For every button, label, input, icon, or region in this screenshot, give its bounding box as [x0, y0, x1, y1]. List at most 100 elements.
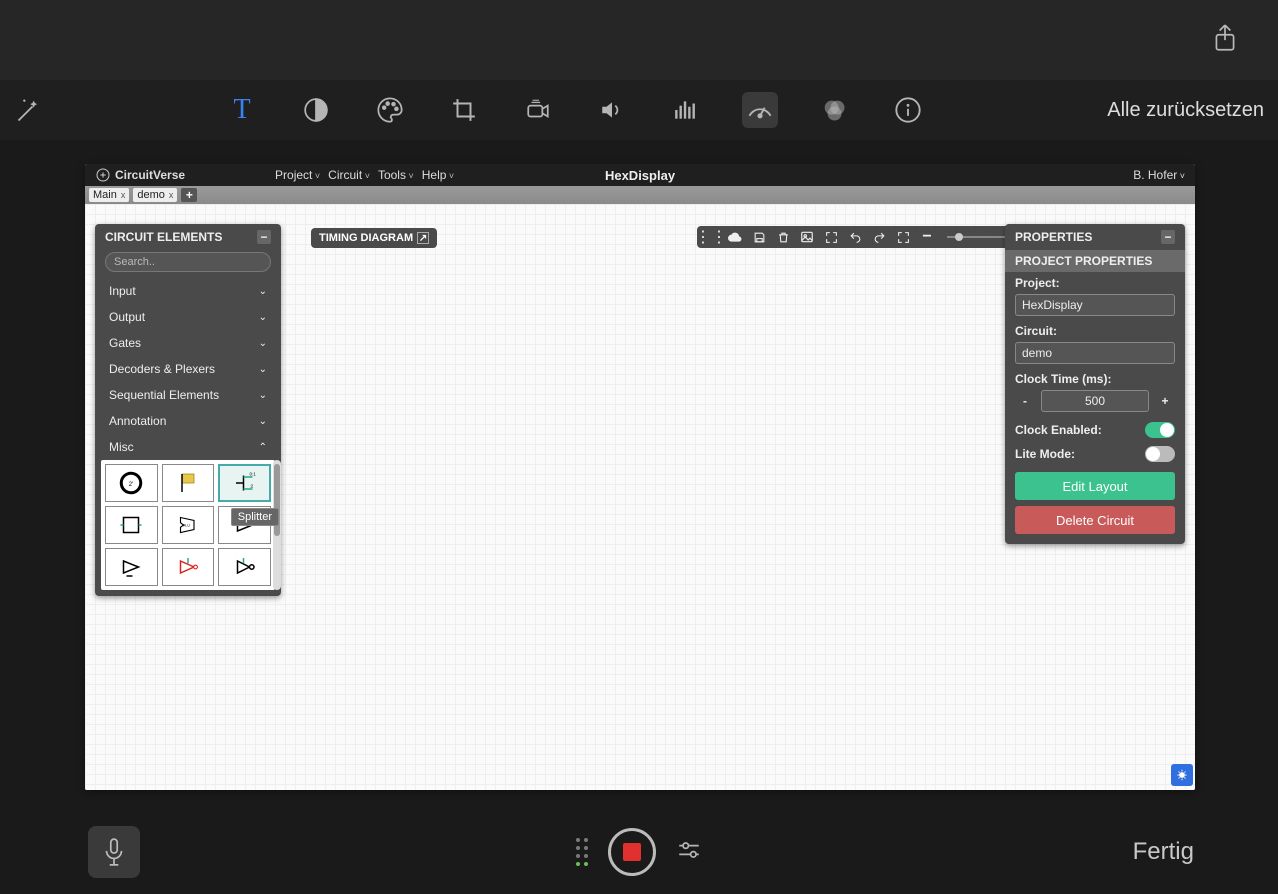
gauge-icon[interactable]: [742, 92, 778, 128]
clock-time-input[interactable]: [1041, 390, 1149, 412]
adjustments-icon[interactable]: [676, 837, 702, 868]
clock-time-decrement[interactable]: -: [1015, 394, 1035, 408]
element-splitter[interactable]: 0:1:2: [218, 464, 271, 502]
close-icon[interactable]: x: [121, 190, 126, 200]
menu-help[interactable]: Help: [422, 168, 454, 182]
camera-icon[interactable]: [520, 92, 556, 128]
menu-project[interactable]: Project: [275, 168, 320, 182]
save-icon[interactable]: [751, 229, 767, 245]
svg-text::2: :2: [249, 484, 253, 489]
category-decoders[interactable]: Decoders & Plexers⌄: [95, 356, 281, 382]
menu-circuit[interactable]: Circuit: [328, 168, 370, 182]
clock-time-label: Clock Time (ms):: [1005, 368, 1185, 388]
element-tooltip: Splitter: [231, 508, 279, 526]
svg-text:ALU: ALU: [183, 524, 191, 528]
close-icon[interactable]: x: [169, 190, 174, 200]
project-label: Project:: [1005, 272, 1185, 292]
info-icon[interactable]: [890, 92, 926, 128]
element-alu[interactable]: ALU: [162, 506, 215, 544]
palette-icon[interactable]: [372, 92, 408, 128]
stop-record-button[interactable]: [608, 828, 656, 876]
panel-header[interactable]: PROPERTIES −: [1005, 224, 1185, 250]
magic-wand-icon[interactable]: [14, 96, 44, 124]
search-input[interactable]: [105, 252, 271, 272]
category-misc[interactable]: Misc⌃: [95, 434, 281, 460]
text-tool-icon[interactable]: T: [224, 92, 260, 128]
expand-icon[interactable]: ↗: [417, 232, 429, 244]
circuit-label: Circuit:: [1005, 320, 1185, 340]
category-annotation[interactable]: Annotation⌄: [95, 408, 281, 434]
timing-diagram-panel[interactable]: TIMING DIAGRAM ↗: [311, 228, 437, 248]
element-buffer[interactable]: [105, 548, 158, 586]
user-menu[interactable]: B. Hofer: [1133, 168, 1185, 182]
chevron-down-icon: ⌄: [259, 286, 267, 297]
circuit-tabs-bar: Mainx demox +: [85, 186, 1195, 204]
done-button[interactable]: Fertig: [1133, 838, 1194, 866]
equalizer-icon[interactable]: [668, 92, 704, 128]
clock-enabled-label: Clock Enabled:: [1015, 423, 1102, 437]
toolbar-handle-icon[interactable]: ⋮⋮: [703, 229, 719, 245]
recorder-dock: Fertig: [0, 816, 1278, 888]
clock-time-increment[interactable]: +: [1155, 394, 1175, 408]
canvas-toolbar: ⋮⋮ − +: [697, 226, 1039, 248]
category-label: Gates: [109, 336, 141, 350]
circuit-elements-panel: CIRCUIT ELEMENTS − Input ⌄ Output⌄ Gates⌄…: [95, 224, 281, 596]
element-tristate-inverter[interactable]: [218, 548, 271, 586]
category-gates[interactable]: Gates⌄: [95, 330, 281, 356]
category-label: Misc: [109, 440, 134, 454]
delete-icon[interactable]: [775, 229, 791, 245]
clock-enabled-toggle[interactable]: [1145, 422, 1175, 438]
category-label: Annotation: [109, 414, 166, 428]
fullscreen-icon[interactable]: [895, 229, 911, 245]
microphone-button[interactable]: [88, 826, 140, 878]
category-sequential[interactable]: Sequential Elements⌄: [95, 382, 281, 408]
element-controlled-inverter[interactable]: [162, 548, 215, 586]
element-search: [105, 252, 271, 272]
zoom-out-icon[interactable]: −: [919, 229, 935, 245]
app-menubar: CircuitVerse HexDisplay Project Circuit …: [85, 164, 1195, 186]
menu-tools[interactable]: Tools: [378, 168, 414, 182]
speaker-icon[interactable]: [594, 92, 630, 128]
misc-elements-grid: 2' 0:1:2 ALU Splitter: [101, 460, 275, 590]
category-input[interactable]: Input ⌄: [95, 278, 281, 304]
crop-icon[interactable]: [446, 92, 482, 128]
edit-layout-button[interactable]: Edit Layout: [1015, 472, 1175, 500]
minimize-icon[interactable]: −: [257, 230, 271, 244]
app-menus: Project Circuit Tools Help: [275, 168, 454, 182]
report-bug-icon[interactable]: [1171, 764, 1193, 786]
delete-circuit-button[interactable]: Delete Circuit: [1015, 506, 1175, 534]
element-flag[interactable]: [162, 464, 215, 502]
brand-label: CircuitVerse: [115, 168, 185, 182]
app-brand[interactable]: CircuitVerse: [95, 167, 185, 183]
lite-mode-label: Lite Mode:: [1015, 447, 1075, 461]
category-label: Sequential Elements: [109, 388, 219, 402]
project-name-input[interactable]: [1015, 294, 1175, 316]
circuit-tab[interactable]: Mainx: [89, 188, 129, 202]
drag-handle-icon[interactable]: [576, 838, 588, 866]
element-ground[interactable]: [105, 506, 158, 544]
category-label: Input: [109, 284, 136, 298]
window-chrome: [0, 0, 1278, 80]
minimize-icon[interactable]: −: [1161, 230, 1175, 244]
circuit-tab[interactable]: demox: [133, 188, 177, 202]
circuit-name-input[interactable]: [1015, 342, 1175, 364]
lite-mode-toggle[interactable]: [1145, 446, 1175, 462]
panel-title: PROPERTIES: [1015, 230, 1092, 244]
svg-text:2': 2': [129, 482, 133, 488]
add-circuit-tab[interactable]: +: [181, 188, 197, 202]
category-output[interactable]: Output⌄: [95, 304, 281, 330]
undo-icon[interactable]: [847, 229, 863, 245]
contrast-icon[interactable]: [298, 92, 334, 128]
download-icon[interactable]: [727, 229, 743, 245]
share-icon[interactable]: [1212, 23, 1238, 58]
image-icon[interactable]: [799, 229, 815, 245]
redo-icon[interactable]: [871, 229, 887, 245]
panel-header[interactable]: CIRCUIT ELEMENTS −: [95, 224, 281, 250]
properties-subheader: PROJECT PROPERTIES: [1005, 250, 1185, 272]
reset-all-button[interactable]: Alle zurücksetzen: [1107, 99, 1264, 122]
fit-icon[interactable]: [823, 229, 839, 245]
color-channels-icon[interactable]: [816, 92, 852, 128]
element-twos-complement[interactable]: 2': [105, 464, 158, 502]
zoom-slider[interactable]: [947, 236, 1005, 238]
category-label: Decoders & Plexers: [109, 362, 215, 376]
